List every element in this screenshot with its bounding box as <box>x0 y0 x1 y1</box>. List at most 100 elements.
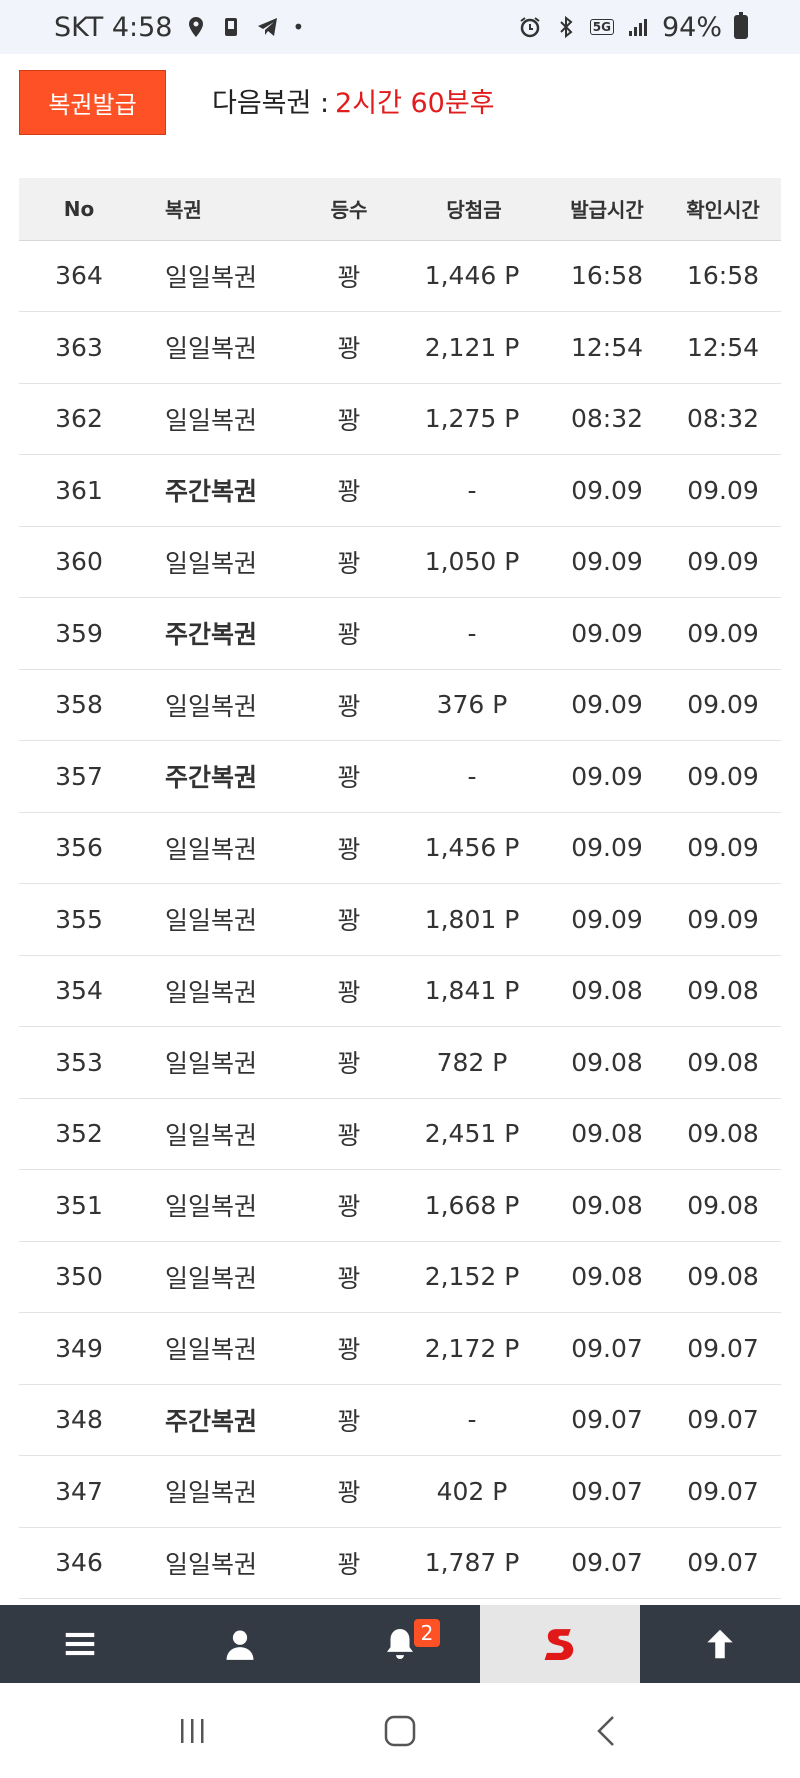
menu-icon <box>65 1632 95 1656</box>
cell-rank: 꽝 <box>299 311 399 384</box>
cell-rank: 꽝 <box>299 1098 399 1170</box>
cell-issued-time: 09.09 <box>549 526 665 598</box>
cell-no: 360 <box>19 526 139 598</box>
scroll-top-button[interactable] <box>640 1605 800 1683</box>
cell-checked-time: 09.08 <box>665 1169 781 1242</box>
cell-issued-time: 09.07 <box>549 1312 665 1385</box>
next-ticket-info: 다음복권 : 2시간 60분후 <box>212 78 495 122</box>
cell-rank: 꽝 <box>299 1169 399 1242</box>
column-header-checked: 확인시간 <box>665 178 781 241</box>
column-header-rank: 등수 <box>299 178 399 241</box>
home-button[interactable] <box>370 1701 430 1761</box>
home-icon <box>384 1715 416 1746</box>
menu-button[interactable] <box>0 1605 160 1683</box>
cell-prize: 1,787 P <box>399 1527 549 1599</box>
cell-prize: 2,152 P <box>399 1241 549 1313</box>
table-row: 350 일일복권 꽝 2,152 P 09.08 09.08 <box>19 1241 781 1313</box>
column-header-issued: 발급시간 <box>549 178 665 241</box>
table-row: 357 주간복권 꽝 -09.09 09.09 <box>19 740 781 813</box>
cell-checked-time: 12:54 <box>665 311 781 384</box>
cell-issued-time: 09.07 <box>549 1527 665 1599</box>
cell-prize: 2,172 P <box>399 1312 549 1385</box>
cell-prize: 2,451 P <box>399 1098 549 1170</box>
cell-ticket-name: 일일복권 <box>139 883 299 956</box>
cell-no: 358 <box>19 669 139 741</box>
cell-issued-time: 09.08 <box>549 1241 665 1313</box>
cell-no: 355 <box>19 883 139 956</box>
next-ticket-label: 다음복권 : <box>212 87 330 119</box>
table-row: 351 일일복권 꽝 1,668 P 09.08 09.08 <box>19 1169 781 1242</box>
cell-prize: 1,801 P <box>399 883 549 956</box>
bottom-nav: 2 <box>0 1605 800 1683</box>
cell-prize: 2,121 P <box>399 311 549 384</box>
cell-issued-time: 09.07 <box>549 1455 665 1528</box>
cell-rank: 꽝 <box>299 526 399 598</box>
logo-home-button[interactable] <box>480 1605 640 1683</box>
recent-apps-button[interactable] <box>163 1701 223 1761</box>
system-nav-bar <box>0 1683 800 1778</box>
table-row: 364 일일복권 꽝 1,446 P 16:58 16:58 <box>19 240 781 312</box>
table-row: 359 주간복권 꽝 -09.09 09.09 <box>19 597 781 670</box>
cell-rank: 꽝 <box>299 883 399 956</box>
table-row: 363 일일복권 꽝 2,121 P 12:54 12:54 <box>19 311 781 384</box>
table-row: 353 일일복권 꽝 782 P 09.08 09.08 <box>19 1026 781 1099</box>
cell-checked-time: 09.08 <box>665 1098 781 1170</box>
cell-ticket-name: 일일복권 <box>139 383 299 455</box>
cell-checked-time: 09.07 <box>665 1384 781 1456</box>
recent-apps-icon <box>181 1718 204 1743</box>
status-bar: SKT 4:58 • 5G 94% <box>0 0 800 54</box>
cell-ticket-name: 주간복권 <box>139 740 299 813</box>
cell-issued-time: 09.09 <box>549 454 665 527</box>
bluetooth-icon <box>554 15 578 39</box>
cell-checked-time: 09.07 <box>665 1527 781 1599</box>
cell-ticket-name: 일일복권 <box>139 1098 299 1170</box>
user-icon <box>226 1630 254 1660</box>
cell-rank: 꽝 <box>299 1026 399 1099</box>
battery-percent: 94% <box>661 11 722 43</box>
table-row: 361 주간복권 꽝 -09.09 09.09 <box>19 454 781 527</box>
cell-no: 364 <box>19 240 139 312</box>
cell-no: 346 <box>19 1527 139 1599</box>
cell-prize: 1,446 P <box>399 240 549 312</box>
cell-checked-time: 09.07 <box>665 1455 781 1528</box>
table-row: 355 일일복권 꽝 1,801 P 09.09 09.09 <box>19 883 781 956</box>
notification-button[interactable]: 2 <box>320 1605 480 1683</box>
cell-issued-time: 09.08 <box>549 955 665 1027</box>
cell-rank: 꽝 <box>299 1312 399 1385</box>
cell-checked-time: 09.07 <box>665 1312 781 1385</box>
cell-checked-time: 09.09 <box>665 526 781 598</box>
cell-ticket-name: 일일복권 <box>139 1312 299 1385</box>
table-row: 347 일일복권 꽝 402 P 09.07 09.07 <box>19 1455 781 1528</box>
cell-issued-time: 09.09 <box>549 740 665 813</box>
cell-ticket-name: 일일복권 <box>139 311 299 384</box>
cell-ticket-name: 일일복권 <box>139 955 299 1027</box>
cell-rank: 꽝 <box>299 1527 399 1599</box>
profile-button[interactable] <box>160 1605 320 1683</box>
cell-prize: 1,841 P <box>399 955 549 1027</box>
cell-checked-time: 09.08 <box>665 955 781 1027</box>
cell-prize: 1,456 P <box>399 812 549 884</box>
table-body: 364 일일복권 꽝 1,446 P 16:58 16:58 363 일일복권 꽝 2,121 P… <box>19 240 781 1599</box>
cell-prize: 782 P <box>399 1026 549 1099</box>
cell-checked-time: 09.09 <box>665 812 781 884</box>
back-button[interactable] <box>577 1701 637 1761</box>
cell-ticket-name: 일일복권 <box>139 240 299 312</box>
table-row: 360 일일복권 꽝 1,050 P 09.09 09.09 <box>19 526 781 598</box>
next-ticket-countdown: 2시간 60분후 <box>335 87 495 119</box>
arrow-up-icon <box>707 1629 733 1659</box>
dot-icon: • <box>292 15 305 39</box>
network-5g-icon: 5G <box>589 19 614 35</box>
cell-issued-time: 16:58 <box>549 240 665 312</box>
table-row: 362 일일복권 꽝 1,275 P 08:32 08:32 <box>19 383 781 455</box>
cell-ticket-name: 주간복권 <box>139 1384 299 1456</box>
table-row: 356 일일복권 꽝 1,456 P 09.09 09.09 <box>19 812 781 884</box>
cell-rank: 꽝 <box>299 240 399 312</box>
cell-no: 363 <box>19 311 139 384</box>
cell-no: 362 <box>19 383 139 455</box>
cell-prize: 1,275 P <box>399 383 549 455</box>
cell-ticket-name: 주간복권 <box>139 597 299 670</box>
issue-ticket-button[interactable]: 복권발급 <box>19 70 166 135</box>
cell-prize: - <box>399 1384 549 1456</box>
table-row: 352 일일복권 꽝 2,451 P 09.08 09.08 <box>19 1098 781 1170</box>
cell-no: 351 <box>19 1169 139 1242</box>
